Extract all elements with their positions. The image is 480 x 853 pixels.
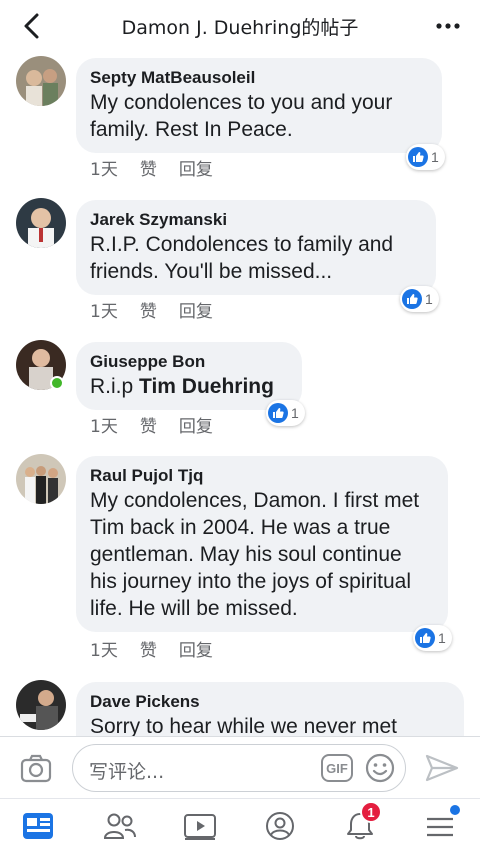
- commenter-name[interactable]: Septy MatBeausoleil: [90, 67, 428, 89]
- reaction-count[interactable]: 1: [266, 400, 305, 426]
- gif-button[interactable]: GIF: [321, 754, 353, 782]
- comment-time: 1天: [90, 417, 118, 437]
- avatar[interactable]: [16, 56, 66, 106]
- back-arrow-icon[interactable]: [18, 12, 46, 40]
- like-link[interactable]: 赞: [140, 297, 157, 322]
- reaction-number: 1: [425, 291, 433, 307]
- commenter-name[interactable]: Giuseppe Bon: [90, 351, 288, 373]
- top-bar: Damon J. Duehring的帖子: [0, 0, 480, 52]
- hamburger-menu-icon: [427, 817, 453, 837]
- comment-composer: 写评论... GIF: [0, 736, 480, 798]
- news-feed-icon: [23, 813, 53, 839]
- comment-time: 1天: [90, 302, 118, 322]
- comment-actions: 1天 赞 回复: [90, 412, 235, 437]
- reaction-number: 1: [431, 149, 439, 165]
- thumbs-up-icon: [408, 147, 428, 167]
- comment-actions: 1天 赞 回复: [90, 155, 235, 180]
- reply-link[interactable]: 回复: [179, 297, 213, 322]
- reaction-number: 1: [438, 630, 446, 646]
- comment-bubble[interactable]: Septy MatBeausoleil My condolences to yo…: [76, 58, 442, 153]
- comment-list[interactable]: Septy MatBeausoleil My condolences to yo…: [0, 52, 480, 736]
- notification-badge: 1: [360, 801, 382, 823]
- watch-video-icon: [184, 814, 216, 840]
- tab-friends[interactable]: [100, 807, 140, 845]
- page-title: Damon J. Duehring的帖子: [121, 16, 359, 39]
- comment-bubble[interactable]: Raul Pujol Tjq My condolences, Damon. I …: [76, 456, 448, 632]
- tab-news-feed[interactable]: [18, 807, 58, 845]
- comment-text: R.I.P. Condolences to family and friends…: [90, 233, 394, 283]
- online-status-icon: [50, 376, 64, 390]
- reaction-count[interactable]: 1: [413, 625, 452, 651]
- commenter-name[interactable]: Dave Pickens: [90, 691, 450, 713]
- commenter-name[interactable]: Raul Pujol Tjq: [90, 465, 434, 487]
- comment-text: My condolences, Damon. I first met Tim b…: [90, 489, 420, 620]
- like-link[interactable]: 赞: [140, 155, 157, 180]
- tab-watch[interactable]: [180, 807, 220, 845]
- avatar[interactable]: [16, 454, 66, 504]
- menu-update-dot: [450, 805, 460, 815]
- comment-input[interactable]: 写评论... GIF: [72, 744, 406, 792]
- reaction-number: 1: [291, 405, 299, 421]
- comment-time: 1天: [90, 641, 118, 661]
- thumbs-up-icon: [415, 628, 435, 648]
- commenter-name[interactable]: Jarek Szymanski: [90, 209, 422, 231]
- comment-text: R.i.p Tim Duehring: [90, 373, 288, 400]
- comment-time: 1天: [90, 160, 118, 180]
- like-link[interactable]: 赞: [140, 412, 157, 437]
- thumbs-up-icon: [268, 403, 288, 423]
- comment-text: Sorry to hear while we never met: [90, 715, 397, 736]
- comment-bubble[interactable]: Giuseppe Bon R.i.p Tim Duehring: [76, 342, 302, 410]
- avatar[interactable]: [16, 680, 66, 730]
- comment-input-placeholder: 写评论...: [89, 761, 165, 783]
- profile-icon: [266, 812, 294, 840]
- reaction-count[interactable]: 1: [406, 144, 445, 170]
- comment-text-prefix: R.i.p: [90, 375, 140, 398]
- reply-link[interactable]: 回复: [179, 155, 213, 180]
- reply-link[interactable]: 回复: [179, 636, 213, 661]
- bottom-tab-bar: 1: [0, 798, 480, 853]
- camera-icon[interactable]: [20, 753, 52, 783]
- like-link[interactable]: 赞: [140, 636, 157, 661]
- tab-profile[interactable]: [260, 807, 300, 845]
- friends-icon: [103, 813, 136, 839]
- comment-bubble[interactable]: Jarek Szymanski R.I.P. Condolences to fa…: [76, 200, 436, 295]
- comment-text: My condolences to you and your family. R…: [90, 91, 393, 141]
- tagged-person-link[interactable]: Tim Duehring: [139, 375, 274, 398]
- more-options-icon[interactable]: [434, 14, 462, 38]
- reply-link[interactable]: 回复: [179, 412, 213, 437]
- reaction-count[interactable]: 1: [400, 286, 439, 312]
- tab-menu[interactable]: [420, 805, 460, 845]
- comment-actions: 1天 赞 回复: [90, 297, 235, 322]
- comment-actions: 1天 赞 回复: [90, 636, 235, 661]
- tab-notifications[interactable]: 1: [340, 801, 382, 845]
- thumbs-up-icon: [402, 289, 422, 309]
- send-icon[interactable]: [424, 753, 460, 783]
- avatar[interactable]: [16, 198, 66, 248]
- comment-bubble[interactable]: Dave Pickens Sorry to hear while we neve…: [76, 682, 464, 736]
- emoji-icon[interactable]: [365, 753, 395, 783]
